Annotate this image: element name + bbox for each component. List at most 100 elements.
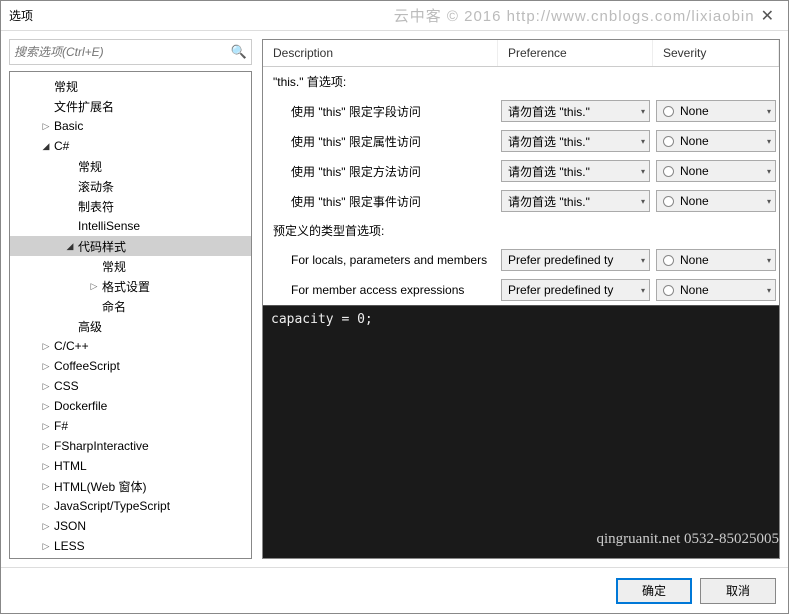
tree-item[interactable]: 命名 xyxy=(10,296,251,316)
chevron-right-icon[interactable]: ▷ xyxy=(88,281,100,292)
tree-item[interactable]: ▷Basic xyxy=(10,116,251,136)
chevron-right-icon[interactable]: ▷ xyxy=(40,501,52,512)
tree-item-label: 常规 xyxy=(100,258,126,275)
tree-item[interactable]: ▷LESS xyxy=(10,536,251,556)
header-preference: Preference xyxy=(498,40,653,66)
chevron-right-icon[interactable]: ▷ xyxy=(40,361,52,372)
radio-icon xyxy=(663,196,674,207)
chevron-down-icon: ▾ xyxy=(767,286,771,295)
radio-icon xyxy=(663,166,674,177)
chevron-right-icon[interactable]: ▷ xyxy=(40,401,52,412)
dialog-footer: 确定 取消 xyxy=(1,567,788,613)
preference-dropdown[interactable]: Prefer predefined ty▾ xyxy=(501,279,650,301)
tree-item[interactable]: 常规 xyxy=(10,256,251,276)
chevron-down-icon[interactable]: ◢ xyxy=(64,241,76,252)
severity-dropdown[interactable]: None▾ xyxy=(656,279,776,301)
preference-dropdown[interactable]: 请勿首选 "this."▾ xyxy=(501,190,650,212)
setting-row: For locals, parameters and membersPrefer… xyxy=(263,245,779,275)
search-input[interactable] xyxy=(14,45,231,59)
header-severity: Severity xyxy=(653,40,779,66)
close-icon[interactable]: ✕ xyxy=(755,6,780,26)
category-tree[interactable]: 常规文件扩展名▷Basic◢C#常规滚动条制表符IntelliSense◢代码样… xyxy=(9,71,252,559)
radio-icon xyxy=(663,285,674,296)
tree-item[interactable]: ▷F# xyxy=(10,416,251,436)
tree-item-label: 滚动条 xyxy=(76,178,114,195)
ok-button[interactable]: 确定 xyxy=(616,578,692,604)
tree-item-label: 文件扩展名 xyxy=(52,98,114,115)
tree-item[interactable]: ▷HTML(Web 窗体) xyxy=(10,476,251,496)
chevron-down-icon: ▾ xyxy=(767,167,771,176)
chevron-down-icon[interactable]: ◢ xyxy=(40,141,52,152)
tree-item[interactable]: ▷C/C++ xyxy=(10,336,251,356)
tree-item[interactable]: ▷JavaScript/TypeScript xyxy=(10,496,251,516)
preference-dropdown[interactable]: Prefer predefined ty▾ xyxy=(501,249,650,271)
chevron-down-icon: ▾ xyxy=(641,167,645,176)
preference-dropdown[interactable]: 请勿首选 "this."▾ xyxy=(501,130,650,152)
combo-text: Prefer predefined ty xyxy=(508,283,638,297)
combo-text: Prefer predefined ty xyxy=(508,253,638,267)
chevron-right-icon[interactable]: ▷ xyxy=(40,541,52,552)
tree-item-label: Dockerfile xyxy=(52,399,107,413)
severity-dropdown[interactable]: None▾ xyxy=(656,130,776,152)
tree-item[interactable]: ▷格式设置 xyxy=(10,276,251,296)
tree-item-label: 常规 xyxy=(52,78,78,95)
search-icon[interactable]: 🔍 xyxy=(231,44,247,60)
setting-description: For member access expressions xyxy=(263,283,498,297)
tree-item-label: HTML xyxy=(52,459,87,473)
tree-item[interactable]: 高级 xyxy=(10,316,251,336)
tree-item[interactable]: ◢代码样式 xyxy=(10,236,251,256)
watermark-text: 云中客 © 2016 http://www.cnblogs.com/lixiao… xyxy=(394,5,755,26)
chevron-right-icon[interactable]: ▷ xyxy=(40,421,52,432)
severity-dropdown[interactable]: None▾ xyxy=(656,249,776,271)
header-description: Description xyxy=(263,40,498,66)
chevron-right-icon[interactable]: ▷ xyxy=(40,121,52,132)
tree-item[interactable]: IntelliSense xyxy=(10,216,251,236)
search-box[interactable]: 🔍 xyxy=(9,39,252,65)
tree-item[interactable]: ▷FSharpInteractive xyxy=(10,436,251,456)
cancel-button[interactable]: 取消 xyxy=(700,578,776,604)
chevron-right-icon[interactable]: ▷ xyxy=(40,441,52,452)
chevron-right-icon[interactable]: ▷ xyxy=(40,521,52,532)
preference-dropdown[interactable]: 请勿首选 "this."▾ xyxy=(501,100,650,122)
tree-item[interactable]: 常规 xyxy=(10,76,251,96)
setting-row: 使用 "this" 限定属性访问请勿首选 "this."▾ None▾ xyxy=(263,126,779,156)
combo-text: 请勿首选 "this." xyxy=(508,163,638,180)
tree-item[interactable]: ▷HTML xyxy=(10,456,251,476)
chevron-down-icon: ▾ xyxy=(767,197,771,206)
severity-dropdown[interactable]: None▾ xyxy=(656,190,776,212)
chevron-down-icon: ▾ xyxy=(767,107,771,116)
tree-item[interactable]: 滚动条 xyxy=(10,176,251,196)
group-header: "this." 首选项: xyxy=(263,67,779,96)
tree-item-label: C# xyxy=(52,139,69,153)
radio-icon xyxy=(663,255,674,266)
tree-item[interactable]: ▷CoffeeScript xyxy=(10,356,251,376)
severity-dropdown[interactable]: None▾ xyxy=(656,160,776,182)
tree-item-label: FSharpInteractive xyxy=(52,439,149,453)
setting-description: 使用 "this" 限定方法访问 xyxy=(263,163,498,180)
combo-text: None xyxy=(680,104,764,118)
tree-item-label: 制表符 xyxy=(76,198,114,215)
tree-item-label: HTML(Web 窗体) xyxy=(52,478,146,495)
radio-icon xyxy=(663,136,674,147)
tree-item[interactable]: 常规 xyxy=(10,156,251,176)
chevron-right-icon[interactable]: ▷ xyxy=(40,481,52,492)
tree-item[interactable]: 文件扩展名 xyxy=(10,96,251,116)
tree-item-label: Basic xyxy=(52,119,83,133)
setting-description: 使用 "this" 限定字段访问 xyxy=(263,103,498,120)
tree-item[interactable]: ▷JSON xyxy=(10,516,251,536)
chevron-right-icon[interactable]: ▷ xyxy=(40,461,52,472)
chevron-right-icon[interactable]: ▷ xyxy=(40,341,52,352)
preference-dropdown[interactable]: 请勿首选 "this."▾ xyxy=(501,160,650,182)
tree-item-label: JavaScript/TypeScript xyxy=(52,499,170,513)
code-preview: capacity = 0; qingruanit.net 0532-850250… xyxy=(263,305,779,558)
tree-item[interactable]: ▷CSS xyxy=(10,376,251,396)
radio-icon xyxy=(663,106,674,117)
setting-description: 使用 "this" 限定属性访问 xyxy=(263,133,498,150)
tree-item[interactable]: ▷Dockerfile xyxy=(10,396,251,416)
setting-row: For member access expressionsPrefer pred… xyxy=(263,275,779,305)
tree-item[interactable]: ◢C# xyxy=(10,136,251,156)
chevron-down-icon: ▾ xyxy=(641,286,645,295)
tree-item[interactable]: 制表符 xyxy=(10,196,251,216)
chevron-right-icon[interactable]: ▷ xyxy=(40,381,52,392)
severity-dropdown[interactable]: None▾ xyxy=(656,100,776,122)
